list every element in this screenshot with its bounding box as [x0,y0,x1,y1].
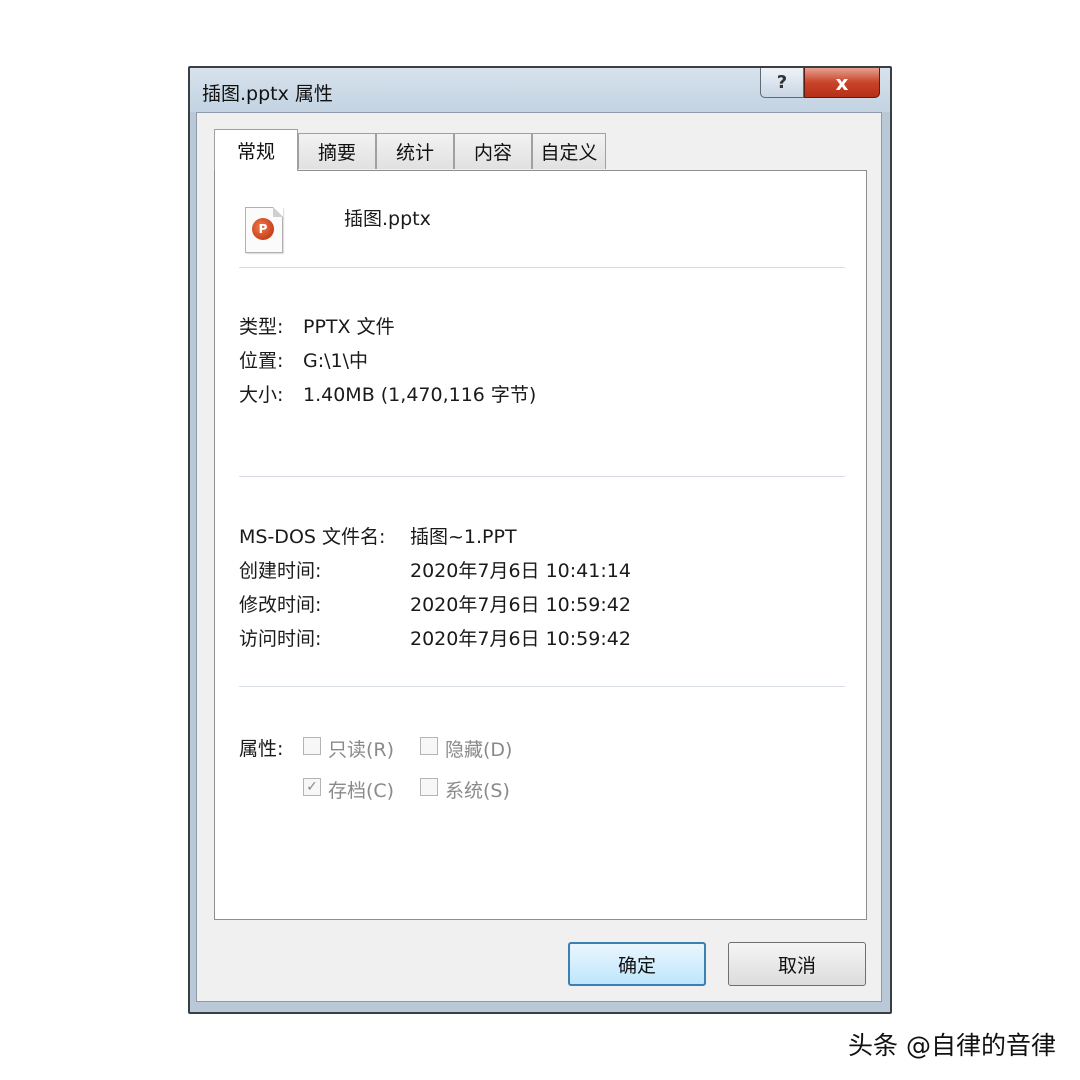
properties-dialog: 插图.pptx 属性 ? x 常规 摘要 统计 内容 自定义 P 插图.pptx… [188,66,892,1014]
archive-label[interactable]: 存档(C) [328,776,394,803]
accessed-value: 2020年7月6日 10:59:42 [410,628,631,650]
separator [239,686,845,687]
modified-label: 修改时间: [239,594,322,616]
help-button[interactable]: ? [760,68,804,98]
tab-statistics[interactable]: 统计 [376,133,454,169]
created-label: 创建时间: [239,560,322,582]
separator [239,476,845,477]
msdos-name-value: 插图~1.PPT [410,526,517,548]
created-value: 2020年7月6日 10:41:14 [410,560,631,582]
tab-contents[interactable]: 内容 [454,133,532,169]
type-value: PPTX 文件 [303,316,395,338]
readonly-label[interactable]: 只读(R) [328,735,394,762]
accessed-label: 访问时间: [239,628,322,650]
system-checkbox[interactable] [420,778,438,796]
separator [239,267,845,268]
title-bar[interactable]: 插图.pptx 属性 ? x [190,68,890,112]
location-label: 位置: [239,350,284,372]
size-value: 1.40MB (1,470,116 字节) [303,384,537,406]
window-title: 插图.pptx 属性 [202,83,333,105]
archive-checkbox[interactable]: ✓ [303,778,321,796]
msdos-name-label: MS-DOS 文件名: [239,526,386,548]
checkmark-icon: ✓ [306,779,318,795]
cancel-button[interactable]: 取消 [728,942,866,986]
tab-custom[interactable]: 自定义 [532,133,606,169]
type-label: 类型: [239,316,284,338]
watermark-text: 头条 @自律的音律 [848,1031,1056,1060]
system-label[interactable]: 系统(S) [445,776,510,803]
attributes-label: 属性: [239,738,284,760]
hidden-checkbox[interactable] [420,737,438,755]
hidden-label[interactable]: 隐藏(D) [445,735,512,762]
filename-field[interactable]: 插图.pptx [344,204,431,231]
tab-general[interactable]: 常规 [214,129,298,171]
close-button[interactable]: x [804,68,880,98]
ok-button[interactable]: 确定 [568,942,706,986]
readonly-checkbox[interactable] [303,737,321,755]
location-value: G:\1\中 [303,350,369,372]
modified-value: 2020年7月6日 10:59:42 [410,594,631,616]
powerpoint-file-icon: P [245,207,283,253]
general-tab-panel: P 插图.pptx 类型: PPTX 文件 位置: G:\1\中 大小: 1.4… [214,170,867,920]
tab-summary[interactable]: 摘要 [298,133,376,169]
size-label: 大小: [239,384,284,406]
dialog-client-area: 常规 摘要 统计 内容 自定义 P 插图.pptx 类型: PPTX 文件 位置… [196,112,882,1002]
